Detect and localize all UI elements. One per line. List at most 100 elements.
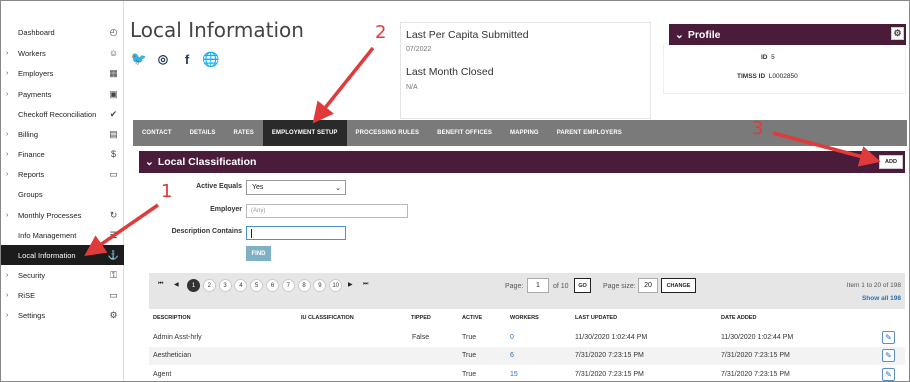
cell-updated: 7/31/2020 7:23:15 PM xyxy=(575,352,644,359)
sidebar-item-label: Reports xyxy=(18,169,45,179)
globe-icon[interactable]: 🌐 xyxy=(202,51,219,67)
tab-contact[interactable]: CONTACT xyxy=(133,120,181,146)
instagram-icon[interactable]: ◎ xyxy=(155,51,171,67)
first-page-icon[interactable]: ⏮ xyxy=(158,281,163,288)
sidebar-item-rise[interactable]: › RiSE ▭ xyxy=(1,285,124,305)
page-button[interactable]: 7 xyxy=(281,279,295,292)
sidebar-item-dashboard[interactable]: Dashboard ◴ xyxy=(1,22,124,42)
next-page-icon[interactable]: ▶ xyxy=(348,281,353,288)
page-size-input[interactable]: 20 xyxy=(638,278,658,293)
key-icon: ⚿ xyxy=(110,269,117,280)
chevron-down-icon: ⌄ xyxy=(675,28,684,41)
gear-icon[interactable]: ⚙ xyxy=(891,27,904,40)
local-classification-header[interactable]: ⌄ Local Classification ADD xyxy=(139,151,905,173)
cell-added: 11/30/2020 1:02:44 PM xyxy=(721,334,794,341)
page-button[interactable]: 4 xyxy=(234,279,248,292)
table-row[interactable]: Agent True 15 7/31/2020 7:23:15 PM 7/31/2020… xyxy=(149,366,905,382)
page-button[interactable]: 1 xyxy=(187,279,200,292)
edit-icon[interactable]: ✎ xyxy=(882,331,895,344)
twitter-icon[interactable]: 🐦 xyxy=(131,51,147,67)
cell-description: Admin Asst-hrly xyxy=(153,334,202,341)
column-header[interactable]: IU CLASSIFICATION xyxy=(301,315,354,321)
tab-details[interactable]: DETAILS xyxy=(181,120,225,146)
change-button[interactable]: CHANGE xyxy=(661,278,696,293)
edit-icon[interactable]: ✎ xyxy=(882,349,895,362)
gear-icon: ⚙ xyxy=(109,309,118,320)
column-header[interactable]: ACTIVE xyxy=(462,315,482,321)
page-button[interactable]: 6 xyxy=(266,279,279,292)
table-row[interactable]: Aesthetician True 6 7/31/2020 7:23:15 PM 7/3… xyxy=(149,347,905,365)
sidebar-item-reports[interactable]: › Reports ▭ xyxy=(1,164,124,184)
show-all-link[interactable]: Show all 198 xyxy=(862,295,901,302)
edit-icon[interactable]: ✎ xyxy=(882,368,895,381)
column-header[interactable]: WORKERS xyxy=(510,315,539,321)
sidebar-item-finance[interactable]: › Finance $ xyxy=(1,144,124,164)
page-button[interactable]: 2 xyxy=(202,279,216,292)
sidebar-item-monthly-processes[interactable]: › Monthly Processes ↻ xyxy=(1,205,124,225)
go-button[interactable]: GO xyxy=(574,278,591,293)
grid-pager: ⏮ ◀ ▶ ⏭ Page: 1 of 10 GO Page size: 20 C… xyxy=(149,273,905,309)
page-button[interactable]: 10 xyxy=(329,279,343,292)
sidebar-item-settings[interactable]: › Settings ⚙ xyxy=(1,305,124,325)
monitor-icon: ▭ xyxy=(109,289,118,300)
cell-workers[interactable]: 6 xyxy=(510,352,514,359)
page-input[interactable]: 1 xyxy=(527,278,549,293)
table-row[interactable]: Admin Asst-hrly False True 0 11/30/2020 1:02… xyxy=(149,329,905,347)
cell-workers[interactable]: 0 xyxy=(510,334,514,341)
tab-processing-rules[interactable]: PROCESSING RULES xyxy=(347,120,429,146)
sidebar-item-billing[interactable]: › Billing ▤ xyxy=(1,124,124,144)
find-button[interactable]: FIND xyxy=(246,246,271,261)
profile-id-label: ID xyxy=(761,54,768,61)
cell-updated: 7/31/2020 7:23:15 PM xyxy=(575,371,644,378)
tab-mapping[interactable]: MAPPING xyxy=(501,120,548,146)
cell-workers[interactable]: 15 xyxy=(510,371,518,378)
tab-employment-setup[interactable]: EMPLOYMENT SETUP xyxy=(262,120,347,146)
page-button[interactable]: 8 xyxy=(297,279,311,292)
sidebar-item-label: Groups xyxy=(18,189,43,199)
tab-rates[interactable]: RATES xyxy=(225,120,263,146)
chevron-right-icon: › xyxy=(6,211,9,219)
page-button[interactable]: 5 xyxy=(250,279,264,292)
check-double-icon: ✔ xyxy=(109,108,118,119)
description-input[interactable] xyxy=(246,226,346,240)
sidebar-item-label: Info Management xyxy=(18,230,77,240)
tab-parent-employers[interactable]: PARENT EMPLOYERS xyxy=(548,120,631,146)
social-links: 🐦 ◎ f 🌐 xyxy=(131,51,220,67)
page-button[interactable]: 3 xyxy=(218,279,232,292)
cell-added: 7/31/2020 7:23:15 PM xyxy=(721,371,790,378)
sidebar-item-label: Workers xyxy=(18,48,46,58)
sidebar-item-groups[interactable]: Groups xyxy=(1,184,124,204)
sidebar-item-info-management[interactable]: Info Management ☰ xyxy=(1,225,124,245)
employer-placeholder: (Any) xyxy=(251,208,266,214)
column-header[interactable]: LAST UPDATED xyxy=(575,315,617,321)
sidebar-item-label: Finance xyxy=(18,149,45,159)
facebook-icon[interactable]: f xyxy=(179,51,195,67)
sidebar-item-employers[interactable]: › Employers ▦ xyxy=(1,63,124,83)
chevron-right-icon: › xyxy=(6,49,9,57)
cell-updated: 11/30/2020 1:02:44 PM xyxy=(575,334,648,341)
sidebar-item-checkoff-reconciliation[interactable]: Checkoff Reconciliation ✔ xyxy=(1,104,124,124)
sidebar-item-label: Payments xyxy=(18,89,52,99)
profile-header[interactable]: ⌄ Profile ⚙ xyxy=(669,24,906,45)
cell-tipped: False xyxy=(412,334,430,341)
tab-benefit-offices[interactable]: BENEFIT OFFICES xyxy=(428,120,501,146)
sidebar-item-label: Monthly Processes xyxy=(18,210,82,220)
sidebar-item-local-information[interactable]: Local Information ⚓ xyxy=(1,245,124,265)
active-equals-select[interactable]: Yes ⌄ xyxy=(246,180,346,195)
page-size-label: Page size: xyxy=(603,283,636,290)
last-page-icon[interactable]: ⏭ xyxy=(363,281,368,288)
employer-field[interactable]: (Any) xyxy=(246,204,408,218)
column-header[interactable]: DATE ADDED xyxy=(721,315,756,321)
column-header[interactable]: DESCRIPTION xyxy=(153,315,191,321)
chevron-right-icon: › xyxy=(6,130,9,138)
page-button[interactable]: 9 xyxy=(313,279,327,292)
sidebar-item-workers[interactable]: › Workers ☺ xyxy=(1,43,124,63)
sidebar-item-payments[interactable]: › Payments ▣ xyxy=(1,84,124,104)
column-header[interactable]: TIPPED xyxy=(411,315,431,321)
profile-timss-row: TIMSS ID L0002850 xyxy=(737,73,798,80)
add-button[interactable]: ADD xyxy=(879,155,903,169)
chevron-down-icon: ⌄ xyxy=(335,184,341,192)
prev-page-icon[interactable]: ◀ xyxy=(174,281,179,288)
sidebar-item-security[interactable]: › Security ⚿ xyxy=(1,265,124,285)
sidebar-item-label: Dashboard xyxy=(18,27,55,37)
